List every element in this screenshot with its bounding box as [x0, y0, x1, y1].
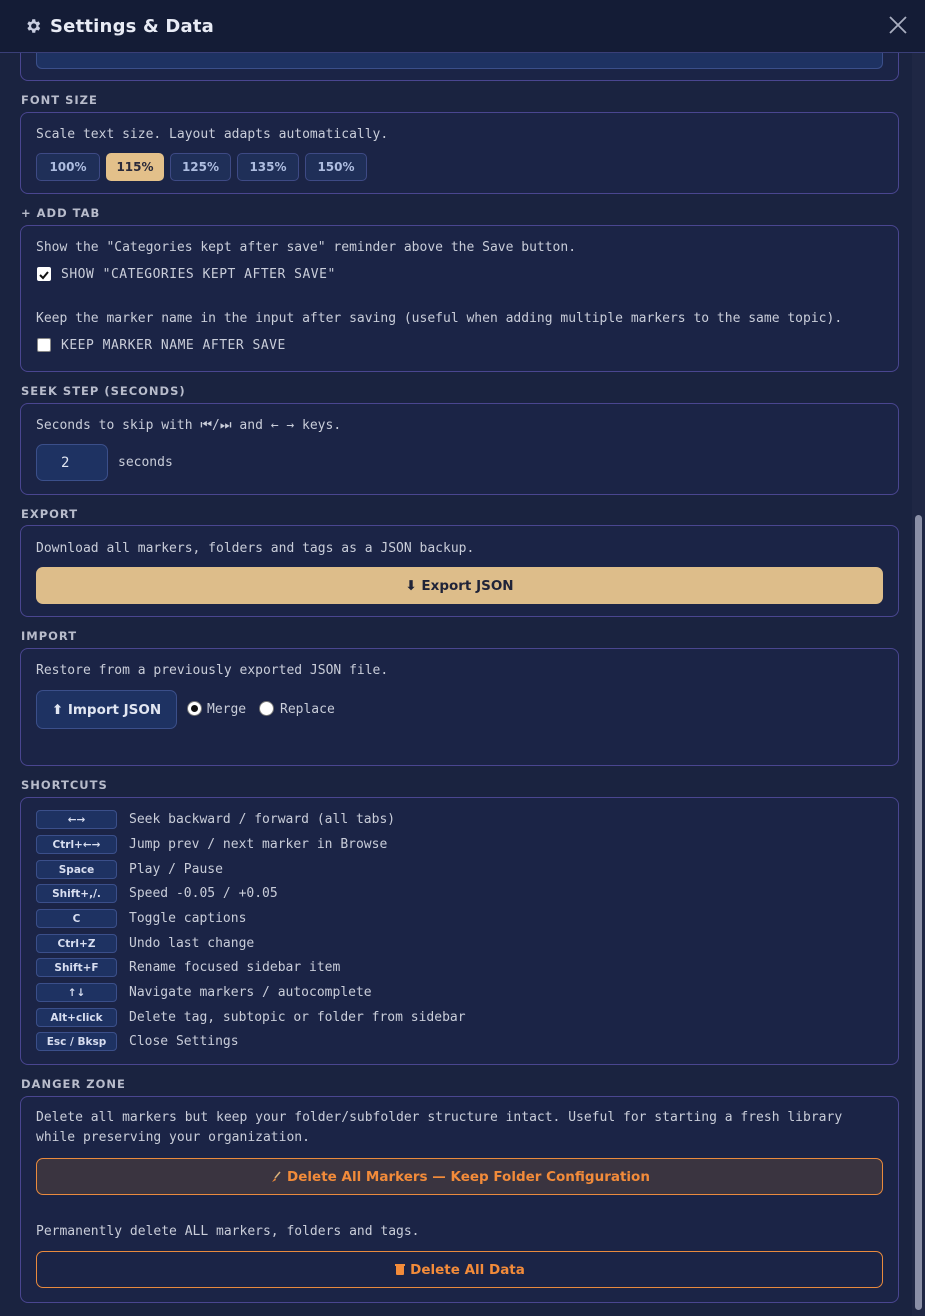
shortcut-desc: Rename focused sidebar item [129, 960, 341, 975]
import-description: Restore from a previously exported JSON … [36, 663, 389, 678]
seek-step-description: Seconds to skip with ⏮/⏭ and ← → keys. [36, 418, 342, 433]
font-size-option-135[interactable]: 135% [237, 153, 299, 181]
merge-radio[interactable] [187, 701, 202, 716]
import-label: IMPORT [21, 629, 78, 643]
shortcut-key: ↑↓ [36, 983, 117, 1002]
replace-radio-label[interactable]: Replace [280, 702, 335, 717]
shortcut-key: ←→ [36, 810, 117, 829]
previous-section-control [36, 53, 883, 69]
import-json-button[interactable]: ⬆ Import JSON [36, 690, 177, 729]
gear-icon [27, 19, 41, 33]
trash-icon [395, 1264, 406, 1275]
export-json-button[interactable]: ⬇ Export JSON [36, 567, 883, 604]
shortcut-key: Shift+,/. [36, 884, 117, 903]
settings-header: Settings & Data [0, 0, 925, 53]
font-size-option-100[interactable]: 100% [36, 153, 100, 181]
merge-radio-label[interactable]: Merge [207, 702, 246, 717]
font-size-description: Scale text size. Layout adapts automatic… [36, 127, 389, 142]
delete-all-data-label: Delete All Data [410, 1261, 525, 1278]
shortcut-desc: Navigate markers / autocomplete [129, 985, 372, 1000]
delete-markers-keep-folders-label: Delete All Markers — Keep Folder Configu… [287, 1168, 650, 1185]
shortcut-key: Ctrl+Z [36, 934, 117, 953]
shortcut-key: C [36, 909, 117, 928]
seek-step-input[interactable]: 2 [36, 444, 108, 481]
export-label: EXPORT [21, 507, 79, 521]
keep-name-checkbox[interactable] [37, 338, 51, 352]
reminder-description: Show the "Categories kept after save" re… [36, 240, 577, 255]
delete-markers-keep-folders-button[interactable]: Delete All Markers — Keep Folder Configu… [36, 1158, 883, 1195]
shortcut-key: Ctrl+←→ [36, 835, 117, 854]
keep-name-checkbox-label[interactable]: KEEP MARKER NAME AFTER SAVE [61, 338, 286, 353]
broom-icon [272, 1171, 281, 1182]
shortcut-desc: Delete tag, subtopic or folder from side… [129, 1010, 466, 1025]
seek-step-unit: seconds [118, 455, 173, 470]
close-icon[interactable] [887, 14, 909, 36]
delete-all-description: Permanently delete ALL markers, folders … [36, 1224, 420, 1239]
font-size-option-125[interactable]: 125% [170, 153, 231, 181]
dialog-title-text: Settings & Data [50, 15, 215, 37]
shortcut-desc: Speed -0.05 / +0.05 [129, 886, 278, 901]
font-size-option-150[interactable]: 150% [305, 153, 367, 181]
scrollbar-thumb[interactable] [915, 515, 922, 1310]
shortcuts-label: SHORTCUTS [21, 778, 108, 792]
shortcut-desc: Jump prev / next marker in Browse [129, 837, 388, 852]
checkmark-icon [39, 271, 49, 280]
font-size-label: FONT SIZE [21, 93, 98, 107]
shortcut-key: Esc / Bksp [36, 1032, 117, 1051]
reminder-checkbox-label[interactable]: SHOW "CATEGORIES KEPT AFTER SAVE" [61, 267, 336, 282]
shortcut-key: Space [36, 860, 117, 879]
export-description: Download all markers, folders and tags a… [36, 541, 475, 556]
font-size-option-115[interactable]: 115% [106, 153, 164, 181]
reminder-checkbox[interactable] [37, 267, 51, 281]
shortcut-key: Alt+click [36, 1008, 117, 1027]
delete-markers-description: Delete all markers but keep your folder/… [36, 1110, 843, 1145]
shortcut-desc: Undo last change [129, 936, 255, 951]
keep-name-description: Keep the marker name in the input after … [36, 311, 843, 326]
shortcut-desc: Play / Pause [129, 862, 223, 877]
replace-radio[interactable] [259, 701, 274, 716]
add-tab-label: + ADD TAB [21, 206, 101, 220]
seek-step-card [20, 403, 899, 495]
seek-step-label: SEEK STEP (SECONDS) [21, 384, 186, 398]
shortcut-key: Shift+F [36, 958, 117, 977]
shortcut-desc: Seek backward / forward (all tabs) [129, 812, 396, 827]
danger-zone-label: DANGER ZONE [21, 1077, 126, 1091]
shortcut-desc: Toggle captions [129, 911, 247, 926]
delete-all-data-button[interactable]: Delete All Data [36, 1251, 883, 1288]
shortcut-desc: Close Settings [129, 1034, 239, 1049]
dialog-title: Settings & Data [24, 16, 214, 37]
